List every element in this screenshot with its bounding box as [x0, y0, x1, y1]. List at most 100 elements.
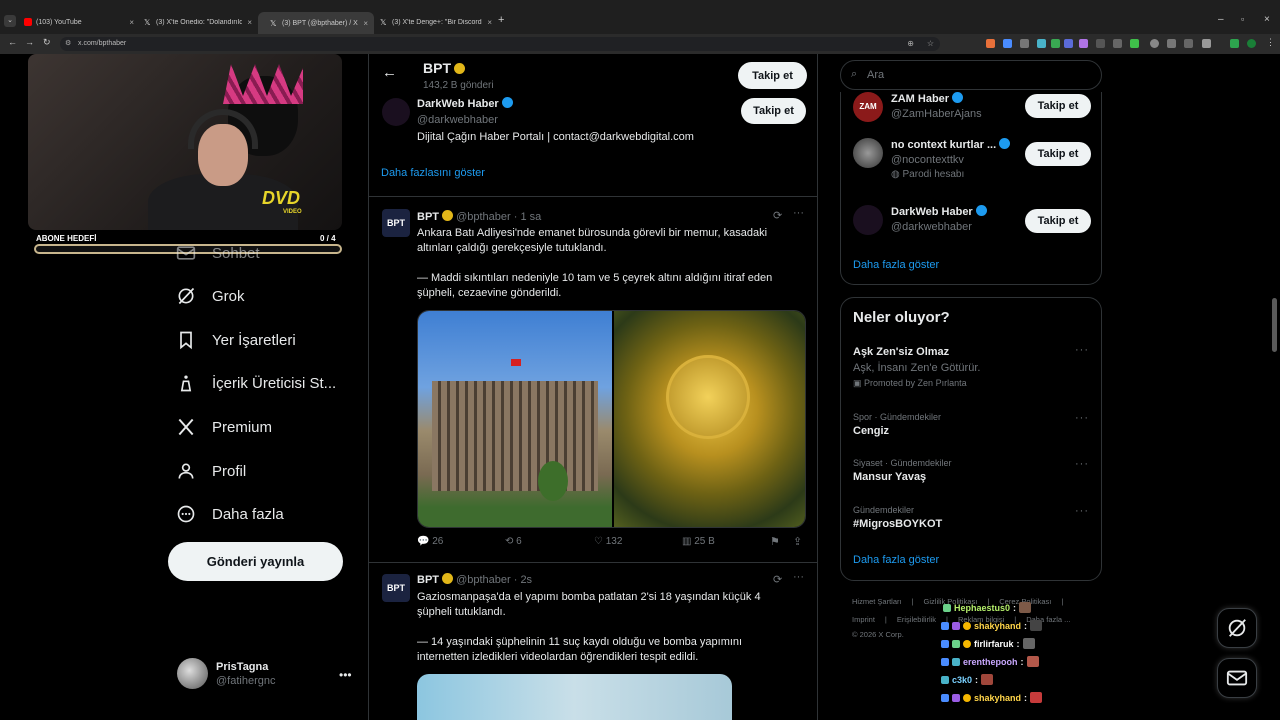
tweet-more-icon[interactable]: ···	[793, 207, 804, 219]
page-scrollbar[interactable]	[1272, 298, 1277, 352]
trend-more-icon[interactable]: ···	[1075, 412, 1089, 424]
tab-close-icon[interactable]: ×	[247, 18, 252, 27]
avatar[interactable]	[382, 98, 410, 126]
messages-float-button[interactable]	[1217, 658, 1257, 698]
trend-item[interactable]: Siyaset · Gündemdekiler Mansur Yavaş	[853, 458, 952, 483]
tab-close-icon[interactable]: ×	[129, 18, 134, 27]
follow-button[interactable]: Takip et	[1025, 142, 1091, 166]
extension-icon[interactable]	[1130, 39, 1139, 48]
nav-item-creator-studio[interactable]: İçerik Üreticisi St...	[176, 373, 336, 393]
avatar[interactable]: BPT	[382, 209, 410, 237]
tab-close-icon[interactable]: ×	[487, 18, 492, 27]
account-switcher[interactable]: PrisTagna @fatihergnc	[177, 658, 275, 689]
extension-icon[interactable]	[1096, 39, 1105, 48]
extension-icon[interactable]	[1230, 39, 1239, 48]
follow-button[interactable]: Takip et	[1025, 94, 1091, 118]
avatar[interactable]: ZAM	[853, 92, 883, 122]
nav-item-more[interactable]: Daha fazla	[176, 504, 284, 524]
tweet-author[interactable]: BPT	[417, 211, 439, 223]
extension-icon[interactable]	[1037, 39, 1046, 48]
tab-onedio[interactable]: 𝕏 (3) X'te Onedio: "Dolandırıldığ ×	[144, 13, 252, 31]
extension-icon[interactable]	[1167, 39, 1176, 48]
show-more-link[interactable]: Daha fazla göster	[853, 554, 939, 566]
tweet[interactable]: BPT BPT @bpthaber · 2s ⟳ ··· Gaziosmanpa…	[369, 563, 817, 720]
avatar[interactable]	[853, 205, 883, 235]
search-input[interactable]: ⌕ Ara	[840, 60, 1102, 90]
tweet-media[interactable]	[417, 674, 732, 720]
tab-close-icon[interactable]: ×	[363, 19, 368, 28]
bookmark-icon[interactable]: ⚑	[770, 535, 780, 548]
bookmark-star-icon[interactable]: ☆	[927, 37, 934, 51]
minimize-button[interactable]: –	[1218, 14, 1224, 25]
tweet-handle[interactable]: @bpthaber	[456, 574, 511, 586]
extension-icon[interactable]	[1064, 39, 1073, 48]
courthouse-photo[interactable]	[418, 311, 612, 527]
footer-link[interactable]: Imprint	[852, 615, 875, 624]
site-info-icon[interactable]: ⚙	[65, 37, 71, 51]
tweet-handle[interactable]: @bpthaber	[456, 211, 511, 223]
trend-more-icon[interactable]: ···	[1075, 458, 1089, 470]
footer-link[interactable]: Hizmet Şartları	[852, 597, 902, 606]
post-button[interactable]: Gönderi yayınla	[168, 542, 343, 581]
gold-coin-photo[interactable]	[614, 311, 805, 527]
footer-link[interactable]: Erişilebilirlik	[897, 615, 936, 624]
follow-suggestion[interactable]: no context kurtlar ... @nocontexttkv ◍ P…	[853, 138, 1011, 180]
extension-icon[interactable]	[1020, 39, 1029, 48]
trend-more-icon[interactable]: ···	[1075, 505, 1089, 517]
follow-suggestion[interactable]: ZAM ZAM Haber @ZamHaberAjans	[853, 92, 982, 122]
new-tab-button[interactable]: +	[498, 14, 504, 26]
tab-youtube[interactable]: (103) YouTube ×	[24, 13, 134, 31]
grok-icon[interactable]: ⟳	[773, 209, 782, 222]
tweet-more-icon[interactable]: ···	[793, 571, 804, 583]
tweet-time[interactable]: · 2s	[514, 574, 532, 586]
share-icon[interactable]: ⇪	[793, 535, 802, 548]
tab-denge[interactable]: 𝕏 (3) X'te Denge+: "Bir Discord k ×	[380, 13, 492, 31]
url-bar[interactable]: ⚙ x.com/bpthaber ⊕ ☆	[60, 37, 940, 51]
maximize-button[interactable]: ▫	[1241, 14, 1244, 24]
reply-button[interactable]: 💬 26	[417, 536, 443, 547]
back-arrow-icon[interactable]: ←	[382, 64, 397, 81]
views-button[interactable]: ▥ 25 B	[682, 536, 715, 547]
tab-search-button[interactable]: ⌄	[4, 15, 16, 27]
extension-icon[interactable]	[1051, 39, 1060, 48]
reload-icon[interactable]: ↻	[43, 37, 51, 48]
follow-button[interactable]: Takip et	[1025, 209, 1091, 233]
forward-icon[interactable]: →	[25, 37, 34, 47]
zoom-icon[interactable]: ⊕	[907, 37, 914, 51]
nav-item-bookmarks[interactable]: Yer İşaretleri	[176, 330, 296, 350]
extension-icon[interactable]	[1113, 39, 1122, 48]
repost-button[interactable]: ⟲ 6	[505, 536, 522, 547]
avatar[interactable]: BPT	[382, 574, 410, 602]
tweet-author[interactable]: BPT	[417, 574, 439, 586]
tab-bpt-active[interactable]: 𝕏 (3) BPT (@bpthaber) / X ×	[258, 12, 374, 34]
trend-more-icon[interactable]: ···	[1075, 344, 1089, 356]
back-icon[interactable]: ←	[8, 37, 17, 47]
nav-item-profile[interactable]: Profil	[176, 461, 246, 481]
trend-item[interactable]: Aşk Zen'siz Olmaz Aşk, İnsanı Zen'e Götü…	[853, 346, 980, 389]
show-more-link[interactable]: Daha fazla göster	[853, 259, 939, 271]
extension-icon[interactable]	[1003, 39, 1012, 48]
extensions-puzzle-icon[interactable]	[1202, 39, 1211, 48]
extension-icon[interactable]	[1184, 39, 1193, 48]
tweet-time[interactable]: · 1 sa	[514, 211, 542, 223]
browser-menu-icon[interactable]: ⋮	[1266, 37, 1275, 48]
grok-icon[interactable]: ⟳	[773, 573, 782, 586]
extension-icon[interactable]	[1150, 39, 1159, 48]
extension-icon[interactable]	[986, 39, 995, 48]
nav-item-premium[interactable]: Premium	[176, 417, 272, 437]
suggestion-name[interactable]: DarkWeb Haber	[417, 97, 513, 110]
close-window-button[interactable]: ×	[1264, 14, 1270, 25]
follow-button[interactable]: Takip et	[741, 98, 806, 124]
nav-item-grok[interactable]: Grok	[176, 286, 245, 306]
profile-avatar-icon[interactable]	[1247, 39, 1256, 48]
extension-icon[interactable]	[1079, 39, 1088, 48]
like-button[interactable]: ♡ 132	[594, 536, 622, 547]
show-more-link[interactable]: Daha fazlasını göster	[381, 167, 485, 179]
account-menu-icon[interactable]: •••	[339, 668, 352, 682]
follow-suggestion[interactable]: DarkWeb Haber @darkwebhaber	[853, 205, 987, 235]
trend-item[interactable]: Spor · Gündemdekiler Cengiz	[853, 412, 941, 437]
avatar[interactable]	[853, 138, 883, 168]
tweet-media[interactable]	[417, 310, 806, 528]
grok-float-button[interactable]	[1217, 608, 1257, 648]
tweet[interactable]: BPT BPT @bpthaber · 1 sa ⟳ ··· Ankara Ba…	[369, 197, 817, 561]
